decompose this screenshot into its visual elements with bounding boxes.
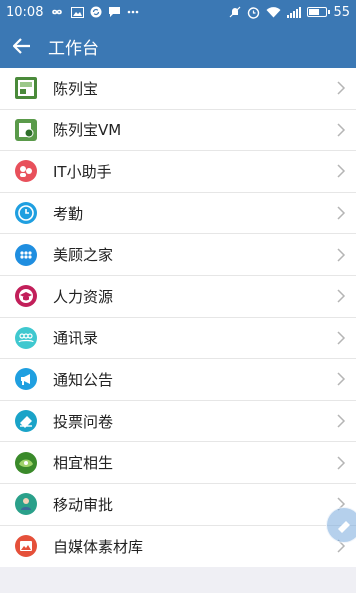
item-label: 投票问卷 xyxy=(53,412,114,431)
chevron-right-icon xyxy=(337,414,346,428)
vote-icon xyxy=(15,410,37,433)
status-bar: 10:08 55 xyxy=(0,0,356,24)
alarm-icon xyxy=(247,6,260,19)
assistive-touch-icon xyxy=(338,521,350,533)
list-item-approval[interactable]: 移动审批 xyxy=(0,484,356,526)
list-item-meigu-home[interactable]: 美顾之家 xyxy=(0,234,356,276)
clock-icon xyxy=(15,202,37,225)
item-label: 通知公告 xyxy=(53,370,114,389)
it-helper-icon xyxy=(15,160,37,183)
list-item-chenliebao-vm[interactable]: 陈列宝VM xyxy=(0,110,356,152)
chevron-right-icon xyxy=(337,331,346,345)
list-item-xiangyi[interactable]: 相宜相生 xyxy=(0,442,356,484)
chevron-right-icon xyxy=(337,123,346,137)
list-item-hr[interactable]: 人力资源 xyxy=(0,276,356,318)
list-item-notices[interactable]: 通知公告 xyxy=(0,359,356,401)
approval-icon xyxy=(15,493,37,516)
chevron-right-icon xyxy=(337,456,346,470)
chevron-right-icon xyxy=(337,372,346,386)
list-item-media-library[interactable]: 自媒体素材库 xyxy=(0,526,356,568)
chenliebao-vm-icon xyxy=(15,118,37,141)
battery-level: 55 xyxy=(333,4,350,20)
contacts-icon xyxy=(15,326,37,349)
list-item-contacts[interactable]: 通讯录 xyxy=(0,318,356,360)
signal-icon xyxy=(287,6,302,18)
item-label: 美顾之家 xyxy=(53,246,114,265)
item-label: 相宜相生 xyxy=(53,454,114,473)
chevron-right-icon xyxy=(337,206,346,220)
wifi-icon xyxy=(266,6,281,18)
app-bar: 工作台 xyxy=(0,24,356,68)
infinity-icon xyxy=(49,7,65,17)
back-button[interactable] xyxy=(0,24,44,68)
sync-icon xyxy=(90,6,102,18)
chevron-right-icon xyxy=(337,289,346,303)
battery-icon xyxy=(307,7,331,17)
megaphone-icon xyxy=(15,368,37,391)
chevron-right-icon xyxy=(337,81,346,95)
more-dots-icon xyxy=(127,10,139,14)
assistive-touch-button[interactable] xyxy=(326,507,356,543)
community-icon xyxy=(15,243,37,266)
item-label: 移动审批 xyxy=(53,495,114,514)
xiangyi-icon xyxy=(15,451,37,474)
item-label: 陈列宝VM xyxy=(53,121,122,140)
message-icon xyxy=(108,6,121,18)
graduation-cap-icon xyxy=(15,285,37,308)
mute-icon xyxy=(229,6,241,18)
workbench-list: 陈列宝 陈列宝VM IT小助手 考勤 美顾之家 人力资源 通讯录 通知公告 投票… xyxy=(0,68,356,568)
list-item-chenliebao[interactable]: 陈列宝 xyxy=(0,68,356,110)
chevron-right-icon xyxy=(337,164,346,179)
chevron-right-icon xyxy=(337,248,346,262)
item-label: 自媒体素材库 xyxy=(53,537,144,556)
item-label: IT小助手 xyxy=(53,162,112,181)
media-library-icon xyxy=(15,535,37,558)
page-title: 工作台 xyxy=(48,38,99,59)
item-label: 考勤 xyxy=(53,204,84,223)
item-label: 人力资源 xyxy=(53,287,114,306)
arrow-left-icon xyxy=(13,38,30,54)
status-time: 10:08 xyxy=(6,4,44,20)
image-icon xyxy=(71,6,85,18)
list-item-vote[interactable]: 投票问卷 xyxy=(0,401,356,443)
item-label: 通讯录 xyxy=(53,329,99,348)
list-item-it-helper[interactable]: IT小助手 xyxy=(0,151,356,193)
list-item-attendance[interactable]: 考勤 xyxy=(0,193,356,235)
item-label: 陈列宝 xyxy=(53,79,99,98)
chenliebao-icon xyxy=(15,77,37,100)
